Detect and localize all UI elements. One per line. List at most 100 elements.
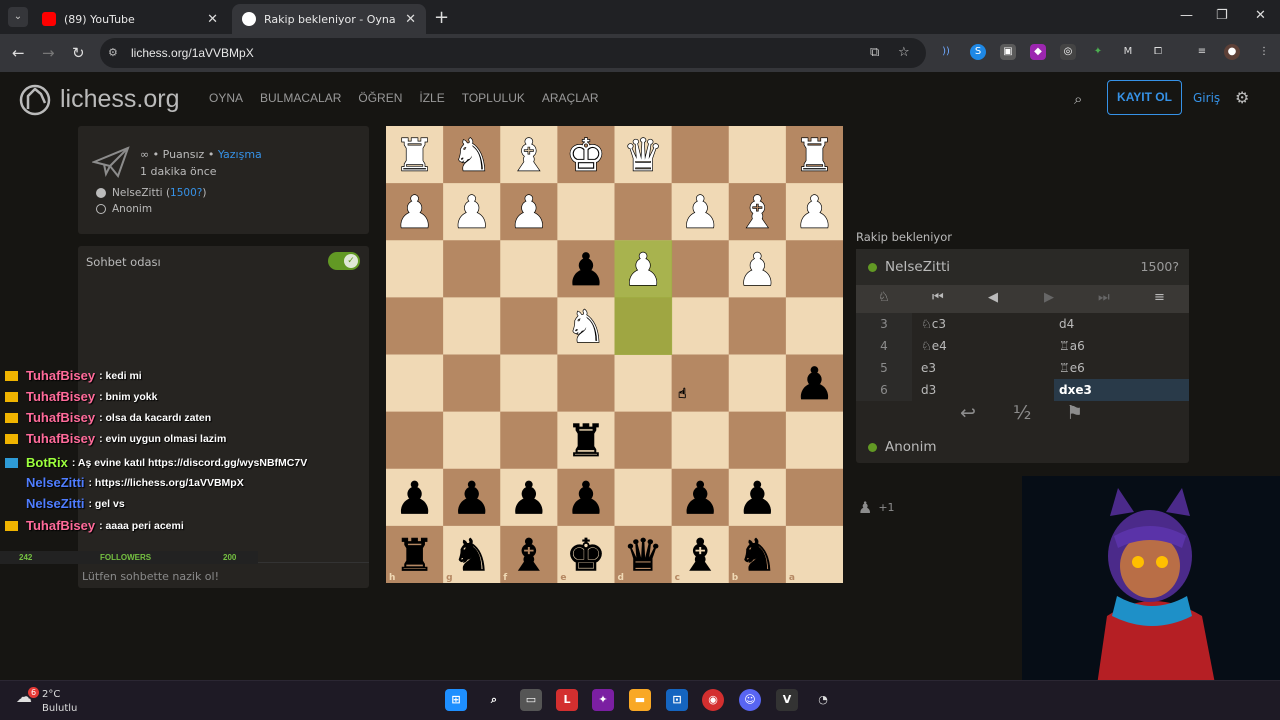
white-pawn-icon[interactable]: ♟ (680, 186, 721, 239)
tab-youtube[interactable]: (89) YouTube ✕ (32, 4, 228, 34)
board-square[interactable] (671, 411, 730, 470)
gear-icon[interactable]: ⚙ (1235, 88, 1249, 107)
first-move-icon[interactable]: ⏮ (932, 290, 944, 305)
white-rook-icon[interactable]: ♜ (394, 129, 435, 182)
taskbar-search-icon[interactable]: ⌕ (483, 689, 505, 711)
back-icon[interactable]: ← (12, 44, 25, 62)
nav-community[interactable]: TOPLULUK (462, 91, 525, 105)
black-rook-icon[interactable]: ♜ (566, 415, 607, 468)
board-square[interactable] (614, 411, 673, 470)
board-square[interactable] (614, 183, 673, 241)
white-pawn-icon[interactable]: ♟ (794, 186, 835, 239)
site-logo[interactable]: lichess.org (18, 82, 180, 116)
menu-icon[interactable]: ≡ (1154, 290, 1165, 305)
black-move[interactable]: dxe3 (1054, 379, 1189, 401)
board-square[interactable] (443, 411, 501, 470)
site-info-icon[interactable]: ⚙ (108, 46, 118, 59)
chat-toggle[interactable]: ✓ (328, 252, 360, 270)
board-square[interactable] (728, 354, 787, 413)
app-l-icon[interactable]: L (556, 689, 578, 711)
white-pawn-icon[interactable]: ♟ (508, 186, 549, 239)
board-square[interactable] (557, 354, 615, 413)
board-square[interactable] (614, 354, 673, 413)
black-king-icon[interactable]: ♚ (566, 529, 607, 582)
white-bishop-icon[interactable]: ♝ (737, 186, 778, 239)
black-pawn-icon[interactable]: ♟ (394, 472, 435, 525)
close-tab-icon[interactable]: ✕ (405, 12, 416, 27)
white-pawn-icon[interactable]: ♟ (451, 186, 492, 239)
file-explorer-icon[interactable]: ▬ (629, 689, 651, 711)
obs-icon[interactable]: ◔ (812, 689, 834, 711)
board-square[interactable] (386, 297, 444, 355)
top-player-name[interactable]: NeIseZitti (885, 259, 950, 275)
extension-m-icon[interactable]: M (1120, 44, 1136, 60)
task-view-icon[interactable]: ▭ (520, 689, 542, 711)
tab-lichess[interactable]: Rakip bekleniyor - Oyna NelseZ ✕ (232, 4, 426, 34)
minimize-icon[interactable]: — (1180, 8, 1193, 23)
board-square[interactable] (500, 354, 558, 413)
chat-input[interactable]: Lütfen sohbette nazik ol! (78, 562, 369, 588)
new-tab-icon[interactable]: + (434, 7, 449, 28)
black-move[interactable]: ♖a6 (1054, 335, 1189, 357)
extension-shazam-icon[interactable]: S (970, 44, 986, 60)
chess-board[interactable]: 1 2 3 4 5 6 7 8 h g f e d c b a ♜ ♞ ♝ ♚ ♛ ♜ ♟ ♟ ♟ ♟ ♝ ♟ ♟ ♟ ♟ ♞ ♟ ♜ ♟ ♟ ♟ ♟ ♟ ♟… (386, 126, 843, 583)
weather-widget[interactable]: ☁ 6 2°C Bulutlu (16, 687, 77, 714)
white-bishop-icon[interactable]: ♝ (508, 129, 549, 182)
board-square[interactable] (500, 411, 558, 470)
signup-button[interactable]: KAYIT OL (1107, 80, 1182, 115)
prev-move-icon[interactable]: ◀ (988, 290, 998, 305)
board-square[interactable] (728, 297, 787, 355)
copilot-icon[interactable]: ✦ (592, 689, 614, 711)
black-rook-icon[interactable]: ♜ (394, 529, 435, 582)
white-knight-icon[interactable]: ♞ (451, 129, 492, 182)
white-queen-icon[interactable]: ♛ (622, 129, 663, 182)
white-move[interactable]: ♘c3 (916, 313, 1050, 335)
white-move[interactable]: d3 (916, 379, 1050, 401)
close-tab-icon[interactable]: ✕ (207, 12, 218, 27)
board-svg[interactable]: 12345678h g f e d c b a♜ ♞ ♝ ♚ ♛ ♜♟ ♟ ♟ ♟ ♝ ♟♟ ♟ ♟♞♟♜♟ ♟ ♟ ♟ ♟ ♟… (386, 126, 843, 583)
close-window-icon[interactable]: ✕ (1255, 8, 1266, 23)
bookmark-star-icon[interactable]: ☆ (898, 45, 910, 60)
white-knight-icon[interactable]: ♞ (565, 300, 606, 353)
board-square[interactable] (443, 240, 501, 298)
board-square[interactable] (500, 297, 558, 355)
white-move[interactable]: ♘e4 (916, 335, 1050, 357)
board-square[interactable] (500, 240, 558, 298)
board-square[interactable] (671, 354, 730, 413)
black-bishop-icon[interactable]: ♝ (680, 529, 721, 582)
black-knight-icon[interactable]: ♞ (737, 529, 778, 582)
black-knight-icon[interactable]: ♞ (451, 529, 492, 582)
flip-board-icon[interactable]: ♘ (878, 290, 890, 305)
chrome-icon[interactable]: ◉ (702, 689, 724, 711)
board-square[interactable] (386, 354, 444, 413)
board-square[interactable] (386, 240, 444, 298)
reload-icon[interactable]: ↻ (72, 44, 85, 62)
discord-icon[interactable]: ☺ (739, 689, 761, 711)
nav-learn[interactable]: ÖĞREN (358, 91, 402, 105)
next-move-icon[interactable]: ▶ (1044, 290, 1054, 305)
game-mode-link[interactable]: Yazışma (218, 148, 262, 161)
board-square[interactable] (443, 297, 501, 355)
extension-audio-icon[interactable]: )) (938, 44, 954, 60)
resign-flag-icon[interactable]: ⚑ (1066, 402, 1083, 424)
board-square[interactable] (443, 354, 501, 413)
black-move[interactable]: ♖e6 (1054, 357, 1189, 379)
white-king-icon[interactable]: ♚ (565, 129, 606, 182)
board-square[interactable] (671, 240, 730, 298)
browser-menu-icon[interactable]: ⋮ (1256, 44, 1272, 60)
forward-icon[interactable]: → (42, 44, 55, 62)
board-square[interactable] (671, 297, 730, 355)
maximize-icon[interactable]: ❐ (1216, 8, 1228, 23)
black-pawn-icon[interactable]: ♟ (566, 472, 607, 525)
white-pawn-icon[interactable]: ♟ (394, 186, 435, 239)
white-pawn-icon[interactable]: ♟ (737, 243, 778, 296)
profile-avatar-icon[interactable]: ● (1224, 44, 1240, 60)
takeback-icon[interactable]: ↩ (960, 402, 976, 424)
extension-glasses-icon[interactable]: ◎ (1060, 44, 1076, 60)
white-rook-icon[interactable]: ♜ (794, 129, 835, 182)
store-icon[interactable]: ⊡ (666, 689, 688, 711)
black-pawn-icon[interactable]: ♟ (451, 472, 492, 525)
black-pawn-icon[interactable]: ♟ (737, 472, 778, 525)
last-move-icon[interactable]: ⏭ (1098, 290, 1110, 305)
nav-play[interactable]: OYNA (209, 91, 243, 105)
